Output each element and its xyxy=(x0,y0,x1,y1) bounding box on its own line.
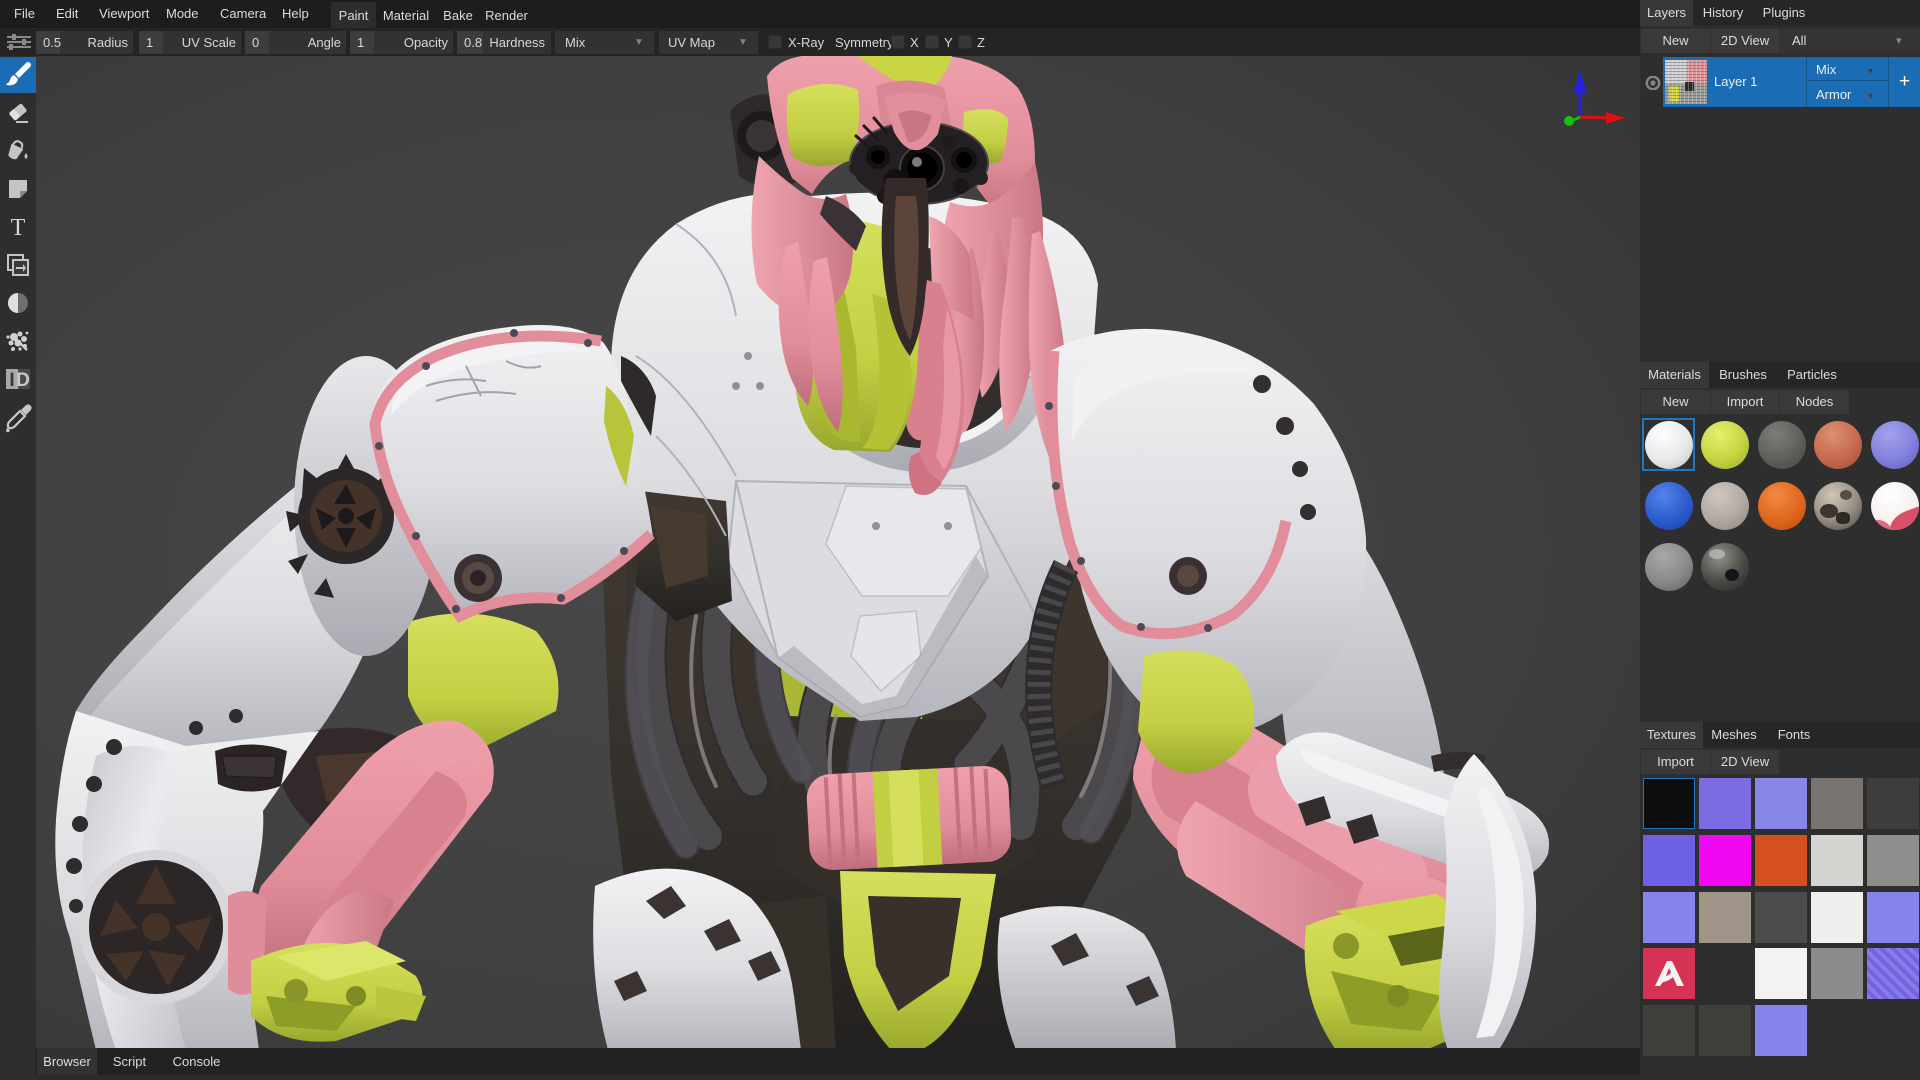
svg-text:I: I xyxy=(9,370,14,391)
svg-text:T: T xyxy=(11,215,26,241)
svg-text:D: D xyxy=(16,370,30,391)
